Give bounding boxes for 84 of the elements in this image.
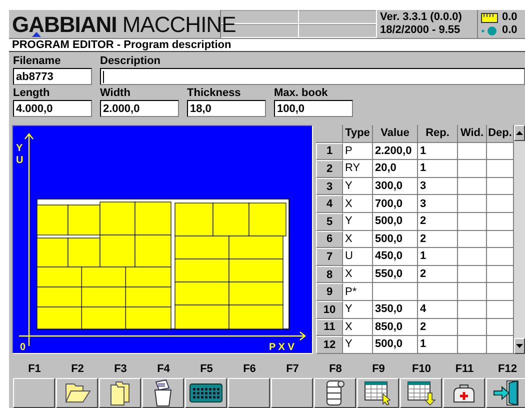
- table-cell: X: [343, 266, 373, 284]
- function-key-label: F5: [199, 362, 214, 377]
- row-number[interactable]: 12: [316, 336, 343, 354]
- table-cell: 1: [418, 160, 458, 178]
- function-key-label: F8: [328, 362, 343, 377]
- table-cell: RY: [343, 160, 373, 178]
- function-key-label: F1: [27, 362, 42, 377]
- table-cell: 2: [418, 212, 458, 231]
- table-cell: 20,0: [373, 160, 418, 178]
- function-key-label: F9: [371, 362, 386, 377]
- dimension-field[interactable]: 2.000,0: [100, 100, 179, 117]
- table-cell: Y: [343, 336, 373, 354]
- table-cell: 2: [418, 266, 458, 284]
- table-cell: Y: [343, 300, 373, 319]
- column-header: Value: [373, 125, 418, 143]
- row-number[interactable]: 9: [316, 283, 343, 301]
- reading-value: 0.0: [502, 24, 518, 37]
- table-cell: X: [343, 230, 373, 248]
- column-header: Wid.: [458, 125, 487, 143]
- table-cell: Y: [343, 178, 373, 196]
- row-number[interactable]: 10: [316, 300, 343, 319]
- row-number[interactable]: 3: [316, 178, 343, 196]
- row-number[interactable]: 1: [316, 142, 343, 160]
- version-text: Ver. 3.3.1 (0.0.0): [380, 11, 463, 24]
- function-key-label: F10: [411, 362, 432, 377]
- row-number[interactable]: 5: [316, 212, 343, 231]
- company-logo: GABBIANI MACCHINE: [12, 16, 236, 32]
- table-cell: 2.200,0: [373, 142, 418, 160]
- table-cell: 3: [418, 195, 458, 213]
- table-cell: U: [343, 248, 373, 266]
- field-label: Max. book: [274, 87, 329, 100]
- table-cell: 1: [418, 336, 458, 354]
- table-cell: Y: [343, 212, 373, 231]
- column-header: Type: [343, 125, 373, 143]
- function-key-label: F2: [70, 362, 85, 377]
- row-number[interactable]: 4: [316, 195, 343, 213]
- field-label: Filename: [13, 55, 62, 68]
- table-cell: 700,0: [373, 195, 418, 213]
- row-number[interactable]: 8: [316, 266, 343, 284]
- function-key-label: F6: [242, 362, 257, 377]
- table-cell: 500,0: [373, 212, 418, 231]
- table-cell: 450,0: [373, 248, 418, 266]
- field-label: Description: [100, 55, 162, 68]
- table-cell: 500,0: [373, 230, 418, 248]
- function-key-label: F11: [454, 362, 475, 377]
- dimension-field[interactable]: 100,0: [274, 100, 353, 117]
- screen-title: PROGRAM EDITOR - Program description: [12, 39, 232, 51]
- table-cell: 550,0: [373, 266, 418, 284]
- table-cell: 850,0: [373, 318, 418, 336]
- function-key-label: F4: [156, 362, 171, 377]
- table-cell: 4: [418, 300, 458, 319]
- function-key-label: F12: [497, 362, 518, 377]
- table-cell: 3: [418, 178, 458, 196]
- axis-label: P X V: [269, 342, 294, 353]
- row-number[interactable]: 11: [316, 318, 343, 336]
- column-header: Dep.: [487, 125, 514, 143]
- table-cell: 500,0: [373, 336, 418, 354]
- dimension-field[interactable]: 4.000,0: [13, 100, 92, 117]
- table-cell: 1: [418, 142, 458, 160]
- field-label: Width: [100, 87, 132, 100]
- field-label: Length: [13, 87, 51, 100]
- table-cell: X: [343, 318, 373, 336]
- date-time-text: 18/2/2000 - 9.55: [380, 24, 462, 37]
- field-label: Thickness: [187, 87, 242, 100]
- table-cell: P: [343, 142, 373, 160]
- table-cell: X: [343, 195, 373, 213]
- row-number[interactable]: 7: [316, 248, 343, 266]
- table-cell: 2: [418, 318, 458, 336]
- table-cell: 1: [418, 248, 458, 266]
- row-number[interactable]: 2: [316, 160, 343, 178]
- row-number[interactable]: 6: [316, 230, 343, 248]
- filename-field[interactable]: ab8773: [13, 68, 92, 85]
- table-cell: P*: [343, 283, 373, 301]
- reading-value: 0.0: [502, 11, 518, 24]
- axis-label: U: [16, 155, 24, 166]
- function-key-label: F3: [113, 362, 128, 377]
- table-cell: 300,0: [373, 178, 418, 196]
- origin-label: 0: [20, 342, 26, 353]
- table-cell: 350,0: [373, 300, 418, 319]
- function-key-label: F7: [285, 362, 300, 377]
- table-cell: 2: [418, 230, 458, 248]
- axis-label: Y: [16, 143, 23, 154]
- column-header: Rep.: [418, 125, 458, 143]
- dimension-field[interactable]: 18,0: [187, 100, 266, 117]
